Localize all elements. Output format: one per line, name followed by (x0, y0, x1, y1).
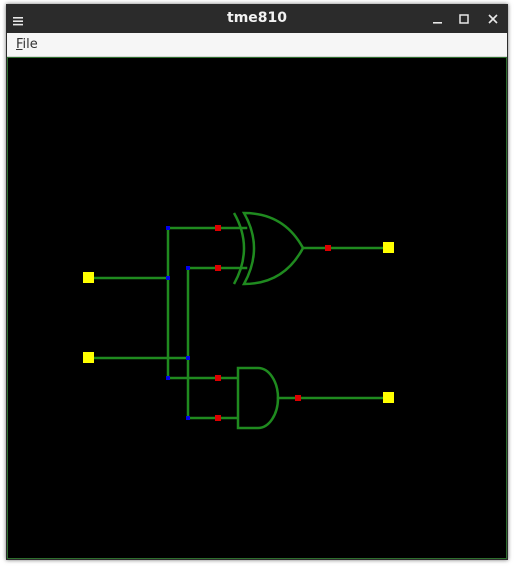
junction-a-top (166, 226, 170, 230)
junction-b-mid (186, 356, 190, 360)
input-terminal-a[interactable] (83, 272, 94, 283)
and-pin-in-1[interactable] (215, 375, 221, 381)
junction-b-bottom (186, 416, 190, 420)
menu-bar: File (7, 33, 507, 57)
app-window: tme810 File (6, 4, 508, 560)
xor-gate-body (241, 211, 305, 286)
xor-pin-out[interactable] (325, 245, 331, 251)
and-pin-out[interactable] (295, 395, 301, 401)
title-bar: tme810 (6, 4, 508, 33)
minimize-icon[interactable] (430, 11, 444, 25)
junction-b-top (186, 266, 190, 270)
xor-pin-in-1[interactable] (215, 225, 221, 231)
xor-pin-in-2[interactable] (215, 265, 221, 271)
and-gate-body (236, 366, 280, 430)
junction-a-bottom (166, 376, 170, 380)
junction-a-mid (166, 276, 170, 280)
circuit-diagram (83, 211, 394, 430)
and-gate[interactable] (236, 366, 280, 430)
menu-file[interactable]: File (16, 37, 38, 52)
input-terminal-b[interactable] (83, 352, 94, 363)
and-pin-in-2[interactable] (215, 415, 221, 421)
circuit-canvas[interactable] (7, 57, 507, 559)
close-icon[interactable] (486, 11, 500, 25)
maximize-icon[interactable] (457, 11, 471, 25)
output-terminal-and[interactable] (383, 392, 394, 403)
xor-gate-back-curve (232, 212, 246, 285)
xor-gate[interactable] (232, 211, 305, 286)
menu-file-rest: ile (22, 37, 38, 52)
output-terminal-xor[interactable] (383, 242, 394, 253)
